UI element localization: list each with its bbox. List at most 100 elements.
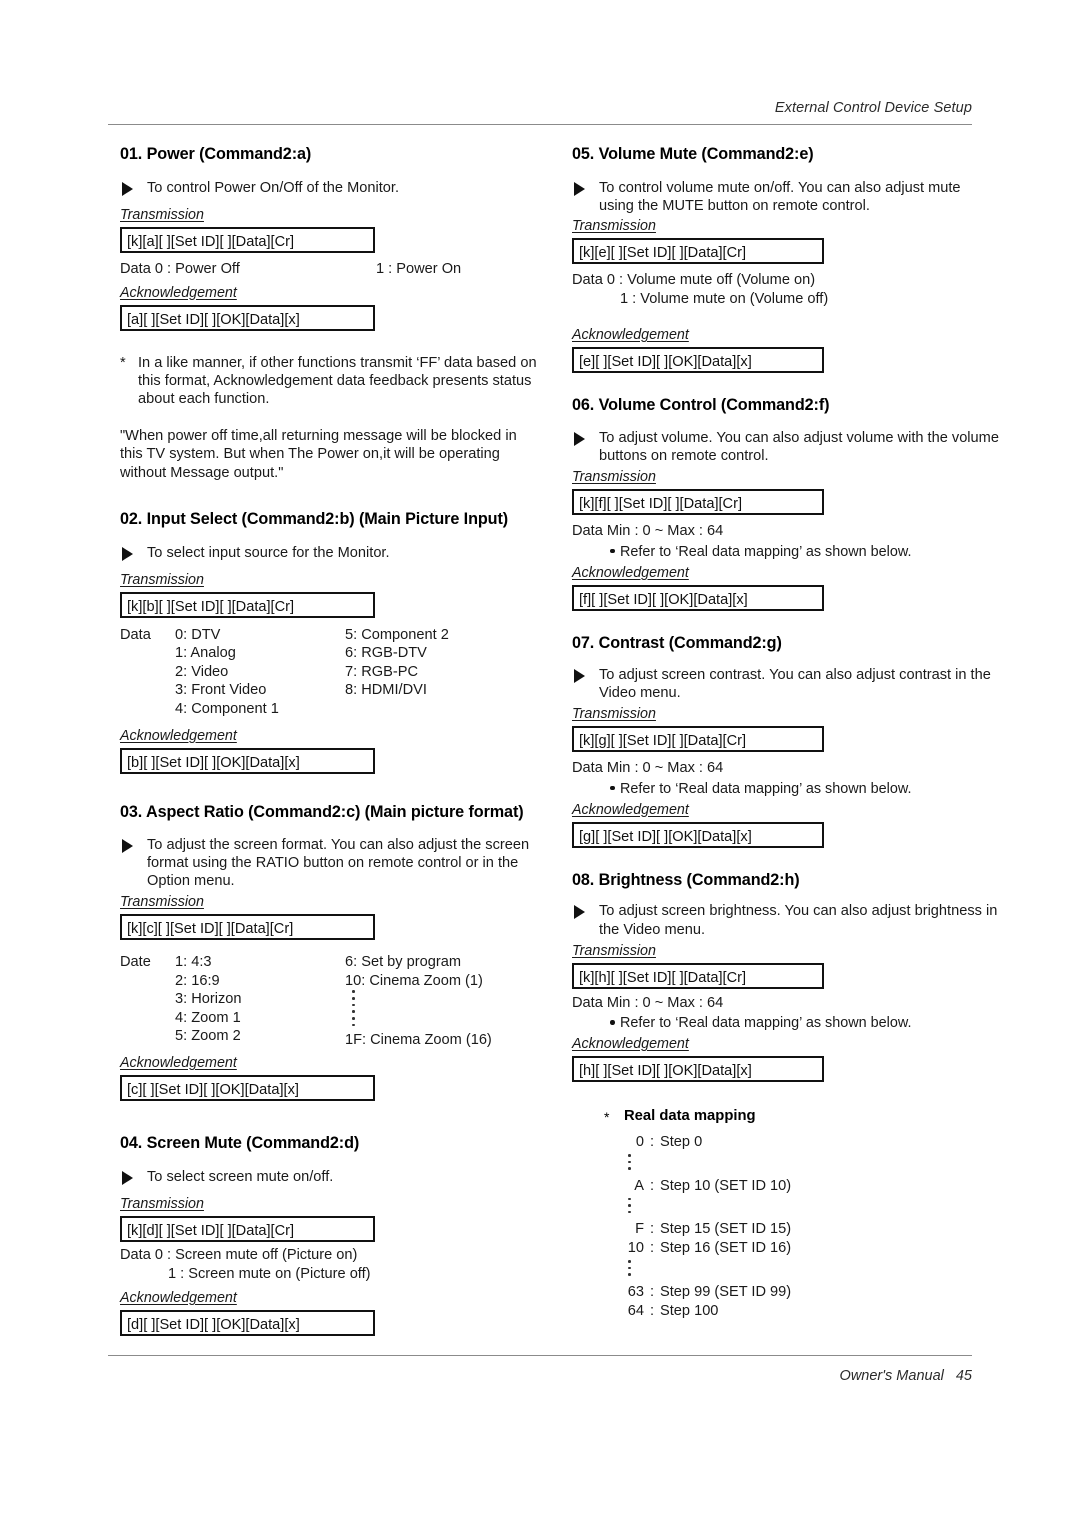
section-03-data-grid: Date 1: 4:3 2: 16:9 3: Horizon 4: Zoom 1…	[120, 953, 550, 1048]
section-07-refer-text: Refer to ‘Real data mapping’ as shown be…	[620, 780, 912, 797]
section-03-data-col1: 1: 4:3 2: 16:9 3: Horizon 4: Zoom 1 5: Z…	[175, 954, 242, 1045]
left-column: 01. Power (Command2:a) To control Power …	[120, 145, 550, 1337]
section-02-data-col1: 0: DTV 1: Analog 2: Video 3: Front Video…	[175, 626, 279, 717]
section-04-description: To select screen mute on/off.	[120, 1168, 550, 1186]
section-01-data-row: Data 0 : Power Off 1 : Power On	[120, 260, 550, 279]
section-02-ack-label: Acknowledgement	[120, 727, 237, 744]
section-06-desc-text: To adjust volume. You can also adjust vo…	[599, 430, 999, 465]
section-03-ack-box: [c][ ][Set ID][ ][OK][Data][x]	[120, 1075, 375, 1102]
section-06-refer-text: Refer to ‘Real data mapping’ as shown be…	[620, 543, 912, 560]
real-data-mapping-rows: 0: Step 0 A: Step 10 (SET ID 10) F: Step 15…	[614, 1133, 992, 1321]
section-05-data-line-1: Data 0 : Volume mute off (Volume on)	[572, 272, 816, 289]
section-08-transmission-label: Transmission	[572, 942, 656, 959]
section-02-data-grid: Data 0: DTV 1: Analog 2: Video 3: Front …	[120, 626, 550, 721]
section-03-data-label: Date	[120, 954, 151, 971]
section-05-title: 05. Volume Mute (Command2:e)	[572, 145, 814, 163]
triangle-bullet-icon	[122, 838, 133, 853]
section-01-desc-text: To control Power On/Off of the Monitor.	[147, 179, 399, 196]
section-07-ack-label: Acknowledgement	[572, 801, 689, 818]
section-06-transmission-label: Transmission	[572, 469, 656, 486]
section-01-ack-label: Acknowledgement	[120, 284, 237, 301]
section-01-power: 01. Power (Command2:a) To control Power …	[120, 145, 550, 482]
real-data-mapping-title: * Real data mapping	[602, 1108, 992, 1126]
section-06-refer-note: Refer to ‘Real data mapping’ as shown be…	[572, 543, 992, 561]
section-01-description: To control Power On/Off of the Monitor.	[120, 179, 550, 197]
section-06-ack-label: Acknowledgement	[572, 564, 689, 581]
section-02-transmission-box: [k][b][ ][Set ID][ ][Data][Cr]	[120, 591, 375, 618]
triangle-bullet-icon	[122, 1171, 133, 1186]
manual-label: Owner's Manual	[839, 1368, 944, 1384]
section-02-description: To select input source for the Monitor.	[120, 544, 550, 562]
section-08-title: 08. Brightness (Command2:h)	[572, 870, 800, 889]
section-08-ack-label: Acknowledgement	[572, 1036, 689, 1053]
right-column: 05. Volume Mute (Command2:e) To control …	[572, 145, 999, 1321]
section-06-transmission-box: [k][f][ ][Set ID][ ][Data][Cr]	[572, 489, 824, 516]
section-01-note-2: "When power off time,all returning messa…	[120, 427, 517, 481]
section-03-desc-text: To adjust the screen format. You can als…	[147, 836, 530, 890]
section-03-title: 03. Aspect Ratio (Command2:c) (Main pict…	[120, 802, 524, 821]
section-07-contrast: 07. Contrast (Command2:g) To adjust scre…	[572, 633, 992, 848]
page-footer: Owner's Manual 45	[108, 1355, 972, 1395]
section-07-transmission-box: [k][g][ ][Set ID][ ][Data][Cr]	[572, 726, 824, 753]
manual-page: External Control Device Setup 01. Power …	[0, 0, 1080, 1528]
section-06-ack-box: [f][ ][Set ID][ ][OK][Data][x]	[572, 584, 824, 611]
section-04-screen-mute: 04. Screen Mute (Command2:d) To select s…	[120, 1134, 550, 1337]
section-07-title: 07. Contrast (Command2:g)	[572, 633, 782, 652]
section-01-data-right: 1 : Power On	[376, 261, 462, 278]
section-05-ack-label: Acknowledgement	[572, 327, 689, 344]
triangle-bullet-icon	[122, 546, 133, 561]
vertical-ellipsis-icon	[628, 1152, 992, 1177]
section-03-ack-label: Acknowledgement	[120, 1055, 237, 1072]
section-02-input-select: 02. Input Select (Command2:b) (Main Pict…	[120, 509, 550, 774]
section-03-transmission-box: [k][c][ ][Set ID][ ][Data][Cr]	[120, 914, 375, 941]
section-03-description: To adjust the screen format. You can als…	[120, 836, 547, 891]
rdm-row: 0: Step 0	[635, 1134, 703, 1151]
bullet-dot-icon	[610, 785, 615, 791]
section-04-transmission-box: [k][d][ ][Set ID][ ][Data][Cr]	[120, 1216, 375, 1243]
section-01-title: 01. Power (Command2:a)	[120, 145, 312, 163]
section-01-transmission-box: [k][a][ ][Set ID][ ][Data][Cr]	[120, 227, 375, 254]
section-04-desc-text: To select screen mute on/off.	[147, 1169, 334, 1186]
section-08-desc-text: To adjust screen brightness. You can als…	[599, 903, 998, 938]
footer-text: Owner's Manual 45	[840, 1368, 972, 1384]
section-08-ack-box: [h][ ][Set ID][ ][OK][Data][x]	[572, 1056, 824, 1083]
asterisk-icon: *	[120, 354, 126, 371]
rdm-row: 10: Step 16 (SET ID 16)	[627, 1240, 792, 1257]
section-06-description: To adjust volume. You can also adjust vo…	[572, 429, 999, 465]
section-01-ack-box: [a][ ][Set ID][ ][OK][Data][x]	[120, 304, 375, 331]
asterisk-icon: *	[604, 1109, 610, 1126]
section-02-title: 02. Input Select (Command2:b) (Main Pict…	[120, 509, 509, 528]
section-05-volume-mute: 05. Volume Mute (Command2:e) To control …	[572, 145, 992, 374]
rdm-row: 64: Step 100	[627, 1302, 719, 1319]
header-title: External Control Device Setup	[774, 100, 972, 116]
section-05-description: To control volume mute on/off. You can a…	[572, 179, 999, 215]
rdm-row: 63: Step 99 (SET ID 99)	[627, 1283, 792, 1300]
section-07-transmission-label: Transmission	[572, 706, 656, 723]
section-05-transmission-box: [k][e][ ][Set ID][ ][Data][Cr]	[572, 238, 824, 265]
bullet-dot-icon	[610, 1020, 615, 1025]
section-02-desc-text: To select input source for the Monitor.	[147, 544, 390, 561]
section-01-note-1: * In a like manner, if other functions t…	[120, 354, 538, 409]
section-05-desc-text: To control volume mute on/off. You can a…	[599, 179, 961, 215]
section-04-ack-box: [d][ ][Set ID][ ][OK][Data][x]	[120, 1310, 375, 1337]
rdm-row: F: Step 15 (SET ID 15)	[635, 1221, 792, 1238]
vertical-ellipsis-icon	[352, 990, 355, 1027]
triangle-bullet-icon	[574, 181, 585, 196]
triangle-bullet-icon	[574, 905, 585, 920]
bullet-dot-icon	[610, 548, 615, 554]
section-02-transmission-label: Transmission	[120, 571, 204, 588]
section-04-data-line-2: 1 : Screen mute on (Picture off)	[168, 1265, 371, 1282]
rdm-row: A: Step 10 (SET ID 10)	[634, 1177, 792, 1194]
section-03-aspect-ratio: 03. Aspect Ratio (Command2:c) (Main pict…	[120, 802, 550, 1102]
section-07-ack-box: [g][ ][Set ID][ ][OK][Data][x]	[572, 821, 824, 848]
section-04-ack-label: Acknowledgement	[120, 1290, 237, 1307]
section-08-data-range: Data Min : 0 ~ Max : 64	[572, 994, 724, 1011]
page-header: External Control Device Setup	[108, 100, 972, 130]
section-07-refer-note: Refer to ‘Real data mapping’ as shown be…	[572, 780, 992, 798]
section-02-data-col2: 5: Component 2 6: RGB-DTV 7: RGB-PC 8: H…	[345, 626, 449, 699]
real-data-mapping-title-text: Real data mapping	[624, 1108, 756, 1125]
section-01-note-1-text: In a like manner, if other functions tra…	[138, 354, 537, 408]
section-08-description: To adjust screen brightness. You can als…	[572, 902, 999, 938]
section-04-title: 04. Screen Mute (Command2:d)	[120, 1134, 360, 1153]
section-08-refer-note: Refer to ‘Real data mapping’ as shown be…	[572, 1014, 992, 1032]
